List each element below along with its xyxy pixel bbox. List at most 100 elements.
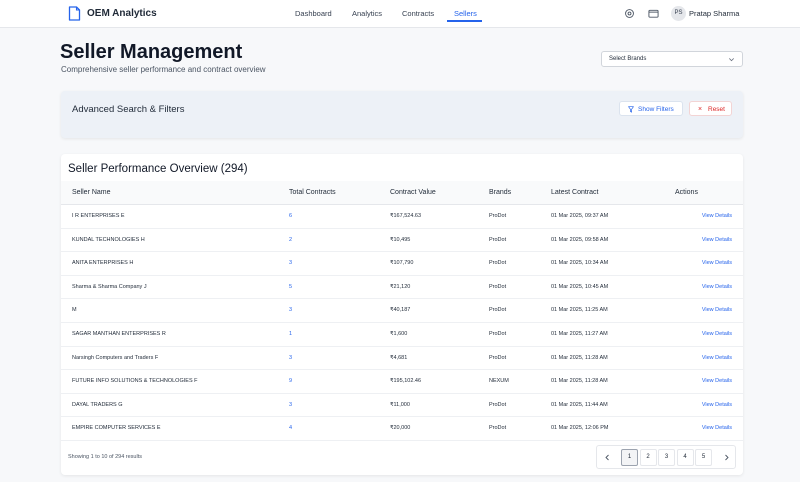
seller-name-cell: EMPIRE COMPUTER SERVICES E — [72, 425, 161, 432]
total-contracts-cell[interactable]: 3 — [289, 260, 292, 267]
seller-name-cell: Sharma & Sharma Company J — [72, 283, 147, 290]
brand-cell: ProDot — [489, 213, 507, 219]
close-icon: × — [698, 106, 703, 113]
page-button-1[interactable]: 1 — [621, 449, 638, 466]
col-actions: Actions — [675, 189, 698, 196]
brand-cell: ProDot — [489, 260, 507, 267]
latest-contract-cell: 01 Mar 2025, 10:34 AM — [551, 260, 609, 267]
show-filters-button[interactable]: Show Filters — [619, 101, 683, 116]
page-button-5[interactable]: 5 — [695, 449, 712, 466]
latest-contract-cell: 01 Mar 2025, 09:37 AM — [551, 213, 609, 219]
brand-cell: ProDot — [489, 236, 507, 243]
view-details-link[interactable]: View Details — [702, 402, 732, 409]
page-title: Seller Management — [60, 41, 243, 63]
brand-cell: ProDot — [489, 401, 507, 408]
document-icon — [68, 6, 81, 21]
reset-label: Reset — [708, 106, 725, 113]
avatar[interactable]: PS — [671, 6, 686, 21]
contract-value-cell: ₹4,681 — [390, 354, 408, 361]
latest-contract-cell: 01 Mar 2025, 12:06 PM — [551, 425, 609, 432]
table-row: Narsingh Computers and Traders F 3 ₹4,681 P… — [61, 347, 743, 371]
view-details-link[interactable]: View Details — [702, 355, 732, 362]
view-details-link[interactable]: View Details — [702, 307, 732, 314]
contract-value-cell: ₹40,187 — [390, 307, 411, 314]
total-contracts-cell[interactable]: 1 — [289, 331, 292, 338]
brand-select-label: Select Brands — [609, 56, 647, 62]
seller-name-cell: ANITA ENTERPRISES H — [72, 260, 134, 267]
contract-value-cell: ₹21,120 — [390, 283, 411, 290]
col-total-contracts[interactable]: Total Contracts — [289, 189, 336, 197]
col-seller-name[interactable]: Seller Name — [72, 189, 111, 197]
contract-value-cell: ₹10,495 — [390, 236, 411, 243]
filters-title: Advanced Search & Filters — [72, 104, 185, 115]
seller-name-cell: FUTURE INFO SOLUTIONS & TECHNOLOGIES F — [72, 378, 198, 385]
total-contracts-cell[interactable]: 2 — [289, 237, 292, 244]
contract-value-cell: ₹167,524.63 — [390, 213, 422, 219]
col-latest-contract[interactable]: Latest Contract — [551, 189, 598, 197]
nav-contracts[interactable]: Contracts — [402, 9, 434, 19]
brand-cell: ProDot — [489, 425, 507, 432]
pagination-summary: Showing 1 to 10 of 294 results — [68, 454, 142, 460]
view-details-link[interactable]: View Details — [702, 425, 732, 432]
brand-cell: NEXUM — [489, 378, 509, 385]
table-body: I R ENTERPRISES E 6 ₹167,524.63 ProDot 01 Ma… — [61, 205, 743, 441]
table-row: M 3 ₹40,187 ProDot 01 Mar 2025, 11:25 AM View… — [61, 299, 743, 323]
view-details-link[interactable]: View Details — [702, 378, 732, 385]
view-details-link[interactable]: View Details — [702, 237, 732, 244]
table-row: DAYAL TRADERS G 3 ₹11,000 ProDot 01 Mar 2025… — [61, 394, 743, 418]
table-row: Sharma & Sharma Company J 5 ₹21,120 ProDot 0… — [61, 276, 743, 300]
total-contracts-cell[interactable]: 3 — [289, 402, 292, 409]
table-header: Seller Name Total Contracts Contract Val… — [61, 181, 743, 205]
table-row: I R ENTERPRISES E 6 ₹167,524.63 ProDot 01 Ma… — [61, 205, 743, 229]
nav-active-indicator — [447, 20, 482, 22]
col-contract-value[interactable]: Contract Value — [390, 189, 436, 197]
total-contracts-cell[interactable]: 9 — [289, 378, 292, 385]
app-brand[interactable]: OEM Analytics — [68, 6, 157, 21]
seller-name-cell: DAYAL TRADERS G — [72, 401, 123, 408]
latest-contract-cell: 01 Mar 2025, 11:27 AM — [551, 330, 608, 337]
reset-button[interactable]: × Reset — [689, 101, 732, 116]
view-details-link[interactable]: View Details — [702, 260, 732, 267]
latest-contract-cell: 01 Mar 2025, 11:25 AM — [551, 307, 608, 314]
gear-icon[interactable] — [624, 8, 635, 19]
seller-name-cell: M — [72, 307, 77, 314]
latest-contract-cell: 01 Mar 2025, 11:28 AM — [551, 378, 608, 385]
total-contracts-cell[interactable]: 4 — [289, 425, 292, 432]
total-contracts-cell[interactable]: 3 — [289, 355, 292, 362]
nav-analytics[interactable]: Analytics — [352, 9, 382, 19]
page-button-3[interactable]: 3 — [658, 449, 675, 466]
nav-sellers[interactable]: Sellers — [454, 9, 477, 19]
total-contracts-cell[interactable]: 5 — [289, 284, 292, 291]
user-name[interactable]: Pratap Sharma — [689, 9, 739, 19]
nav-dashboard[interactable]: Dashboard — [295, 9, 332, 19]
contract-value-cell: ₹20,000 — [390, 425, 411, 432]
seller-name-cell: I R ENTERPRISES E — [72, 213, 125, 219]
col-brands[interactable]: Brands — [489, 189, 511, 197]
seller-name-cell: SAGAR MANTHAN ENTERPRISES R — [72, 330, 166, 337]
page-button-2[interactable]: 2 — [639, 449, 657, 466]
contract-value-cell: ₹1,600 — [390, 330, 408, 337]
chevron-left-icon[interactable] — [599, 449, 616, 466]
folder-icon[interactable] — [648, 8, 659, 19]
total-contracts-cell[interactable]: 3 — [289, 307, 292, 314]
total-contracts-cell[interactable]: 6 — [289, 213, 292, 220]
pagination: 12345 — [596, 445, 736, 469]
view-details-link[interactable]: View Details — [702, 331, 732, 338]
filters-panel: Advanced Search & Filters Show Filters ×… — [61, 91, 743, 138]
latest-contract-cell: 01 Mar 2025, 11:44 AM — [551, 401, 608, 408]
table-row: EMPIRE COMPUTER SERVICES E 4 ₹20,000 ProDot… — [61, 417, 743, 441]
seller-name-cell: KUNDAL TECHNOLOGIES H — [72, 236, 145, 243]
contract-value-cell: ₹11,000 — [390, 401, 410, 408]
view-details-link[interactable]: View Details — [702, 213, 732, 220]
brand-cell: ProDot — [489, 307, 507, 314]
brand-select[interactable]: Select Brands — [601, 51, 743, 67]
table-row: KUNDAL TECHNOLOGIES H 2 ₹10,495 ProDot 01 Ma… — [61, 229, 743, 253]
table-title: Seller Performance Overview (294) — [68, 163, 248, 175]
seller-table-card: Seller Performance Overview (294) Seller… — [61, 154, 743, 475]
view-details-link[interactable]: View Details — [702, 284, 732, 291]
filter-icon — [628, 106, 634, 113]
brand-cell: ProDot — [489, 330, 507, 337]
chevron-right-icon[interactable] — [718, 449, 735, 466]
latest-contract-cell: 01 Mar 2025, 09:58 AM — [551, 236, 609, 243]
page-button-4[interactable]: 4 — [676, 449, 694, 466]
